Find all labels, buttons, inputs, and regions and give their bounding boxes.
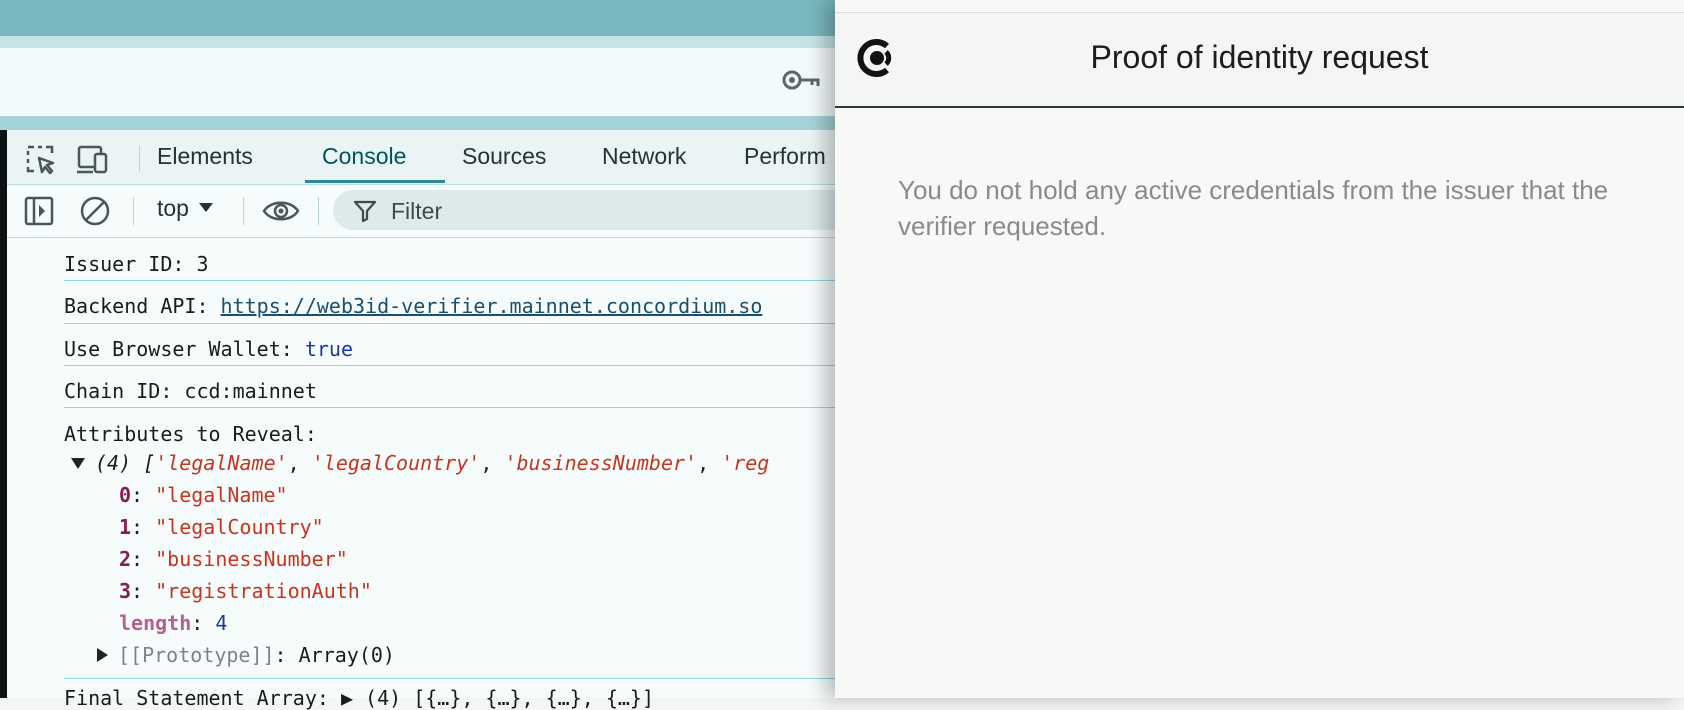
browser-title-bar [0,0,835,36]
toolbar-divider [243,197,244,225]
tab-network[interactable]: Network [602,143,686,170]
browser-separator [0,116,835,130]
array-item: 2: "businessNumber" [119,547,348,571]
prototype-key: [[Prototype]] [118,643,275,667]
active-tab-indicator [305,180,445,183]
array-length: length: 4 [119,611,228,635]
wallet-popup: Proof of identity request You do not hol… [835,0,1684,698]
eye-icon[interactable] [262,198,300,229]
message-divider [64,407,844,408]
log-label: Attributes to Reveal: [64,422,317,446]
chevron-down-icon [198,203,213,212]
array-index: 1 [119,515,132,539]
expand-triangle-icon[interactable] [71,458,85,469]
log-label: Use Browser Wallet: [64,337,293,361]
console-message: Final Statement Array: ▶ (4) [{…}, {…}, … [64,686,654,710]
array-count: (4) [95,451,132,475]
console-message: Backend API: https://web3id-verifier.mai… [64,294,762,318]
array-value: "legalName" [155,483,288,507]
browser-address-strip [0,36,835,48]
tab-elements[interactable]: Elements [157,143,253,170]
prototype-value: Array(0) [298,643,395,667]
popup-header: Proof of identity request [835,13,1684,108]
console-filter-bar: top [7,185,853,238]
array-value: "registrationAuth" [155,579,372,603]
message-divider [64,365,844,366]
array-summary-item: 'legalName' [155,451,288,475]
console-message: Attributes to Reveal: [64,422,317,446]
array-value: "businessNumber" [155,547,348,571]
message-divider [64,323,844,324]
log-label: Chain ID: [64,379,173,403]
log-value: ccd:mainnet [184,379,317,403]
context-selector[interactable]: top [157,195,213,222]
devtools-left-border [0,130,7,698]
log-text: Final Statement Array: ▶ (4) [{…}, {…}, … [64,686,655,710]
length-value: 4 [215,611,228,635]
array-summary-item: 'businessNumber' [504,451,698,475]
array-item: 1: "legalCountry" [119,515,324,539]
browser-toolbar [0,48,835,116]
tab-console[interactable]: Console [322,143,406,170]
message-divider [64,678,844,679]
device-toolbar-icon[interactable] [75,144,109,181]
log-label: Backend API: [64,294,209,318]
length-key: length [119,611,192,635]
array-summary[interactable]: (4) ['legalName', 'legalCountry', 'busin… [71,451,769,475]
console-message: Chain ID: ccd:mainnet [64,379,317,403]
sidebar-toggle-icon[interactable] [24,196,54,231]
expand-triangle-icon[interactable] [97,648,108,662]
array-item: 3: "registrationAuth" [119,579,372,603]
array-value: "legalCountry" [155,515,324,539]
toolbar-divider [318,197,319,225]
key-icon[interactable] [782,68,820,97]
array-index: 3 [119,579,132,603]
popup-top-edge [835,0,1684,13]
console-output: Issuer ID: 3 Backend API: https://web3id… [7,238,844,710]
filter-box[interactable] [333,190,853,230]
console-message: Issuer ID: 3 [64,252,209,276]
tab-performance[interactable]: Perform [744,143,826,170]
log-value: 3 [196,252,209,276]
array-item: 0: "legalName" [119,483,288,507]
array-prototype[interactable]: [[Prototype]]: Array(0) [97,643,395,667]
array-summary-item: 'legalCountry' [311,451,481,475]
log-label: Issuer ID: [64,252,185,276]
backend-api-link[interactable]: https://web3id-verifier.mainnet.concordi… [221,294,763,318]
console-message: Use Browser Wallet: true [64,337,353,361]
context-selector-label: top [157,195,189,221]
devtools-tab-bar: Elements Console Sources Network Perform [7,130,835,185]
array-index: 2 [119,547,132,571]
inspect-element-icon[interactable] [25,144,57,181]
filter-icon [353,200,377,223]
log-value: true [304,337,353,361]
message-divider [64,280,844,281]
toolbar-divider [139,146,140,172]
tab-sources[interactable]: Sources [462,143,546,170]
page-title: Proof of identity request [1090,39,1429,75]
toolbar-divider [133,197,134,225]
array-index: 0 [119,483,132,507]
no-credentials-message: You do not hold any active credentials f… [898,175,1609,241]
filter-input[interactable] [389,197,793,226]
clear-console-icon[interactable] [79,195,111,232]
array-summary-item: 'reg [721,451,770,475]
